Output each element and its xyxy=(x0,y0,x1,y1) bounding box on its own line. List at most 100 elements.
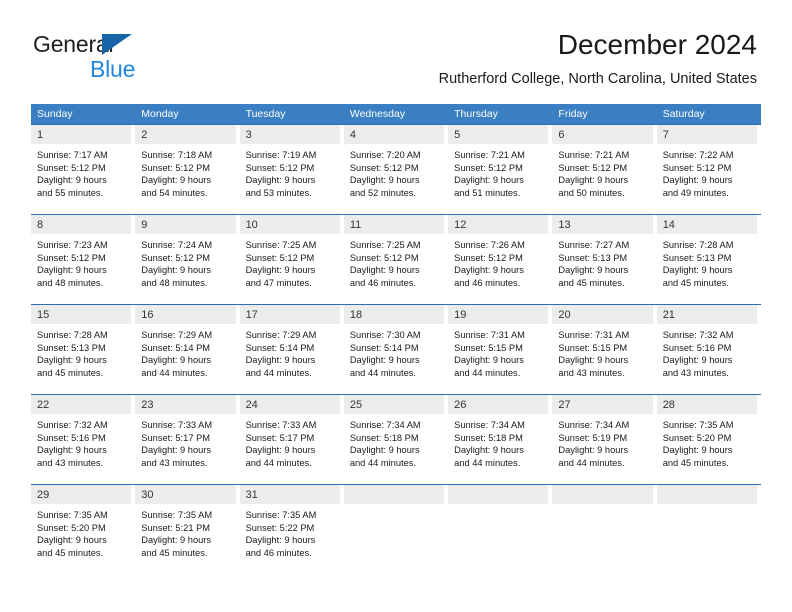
day-number: 28 xyxy=(662,399,675,411)
day-cell[interactable]: 2 Sunrise: 7:18 AM Sunset: 5:12 PM Dayli… xyxy=(135,124,240,214)
daylight-text-line1: Daylight: 9 hours xyxy=(141,535,212,546)
daylight-text-line1: Daylight: 9 hours xyxy=(454,265,524,276)
day-number-band: 19 xyxy=(448,305,549,324)
daylight-text-line2: and 44 minutes. xyxy=(141,367,208,378)
day-cell[interactable]: 13 Sunrise: 7:27 AM Sunset: 5:13 PM Dayl… xyxy=(552,214,657,304)
day-cell[interactable]: 6 Sunrise: 7:21 AM Sunset: 5:12 PM Dayli… xyxy=(552,124,657,214)
sunset-text: Sunset: 5:16 PM xyxy=(662,342,732,353)
daylight-text-line1: Daylight: 9 hours xyxy=(349,355,420,366)
day-number: 17 xyxy=(245,309,258,321)
daylight-text-line2: and 43 minutes. xyxy=(141,457,208,468)
daylight-text-line1: Daylight: 9 hours xyxy=(662,175,733,186)
page-title: December 2024 xyxy=(557,29,757,60)
day-cell[interactable]: 12 Sunrise: 7:26 AM Sunset: 5:12 PM Dayl… xyxy=(448,214,553,304)
calendar-page: General Blue December 2024 Rutherford Co… xyxy=(0,0,792,612)
day-cell[interactable]: 7 Sunrise: 7:22 AM Sunset: 5:12 PM Dayli… xyxy=(656,124,761,214)
day-details: Sunrise: 7:18 AM Sunset: 5:12 PM Dayligh… xyxy=(135,144,235,199)
day-number: 1 xyxy=(37,129,44,141)
day-cell[interactable]: 16 Sunrise: 7:29 AM Sunset: 5:14 PM Dayl… xyxy=(135,304,240,394)
day-details: Sunrise: 7:35 AM Sunset: 5:22 PM Dayligh… xyxy=(240,504,340,559)
day-cell[interactable]: 8 Sunrise: 7:23 AM Sunset: 5:12 PM Dayli… xyxy=(31,214,136,304)
day-number: 26 xyxy=(454,399,467,411)
day-number: 10 xyxy=(245,219,258,231)
day-number-band xyxy=(552,485,653,504)
day-number: 8 xyxy=(37,219,44,231)
day-cell[interactable]: 11 Sunrise: 7:25 AM Sunset: 5:12 PM Dayl… xyxy=(343,214,449,304)
daylight-text-line2: and 45 minutes. xyxy=(37,367,104,378)
calendar-week-row: 15 Sunrise: 7:28 AM Sunset: 5:13 PM Dayl… xyxy=(31,304,761,394)
day-cell[interactable]: 1 Sunrise: 7:17 AM Sunset: 5:12 PM Dayli… xyxy=(31,124,136,214)
day-details: Sunrise: 7:21 AM Sunset: 5:12 PM Dayligh… xyxy=(448,144,548,199)
weekday-header-saturday: Saturday xyxy=(662,108,705,120)
day-cell[interactable]: 24 Sunrise: 7:33 AM Sunset: 5:17 PM Dayl… xyxy=(239,394,344,484)
day-cell-empty xyxy=(448,484,553,574)
day-cell[interactable]: 29 Sunrise: 7:35 AM Sunset: 5:20 PM Dayl… xyxy=(31,484,136,574)
day-cell[interactable]: 20 Sunrise: 7:31 AM Sunset: 5:15 PM Dayl… xyxy=(552,304,657,394)
calendar-grid: Sunday Monday Tuesday Wednesday Thursday… xyxy=(31,104,761,574)
day-cell[interactable]: 9 Sunrise: 7:24 AM Sunset: 5:12 PM Dayli… xyxy=(135,214,240,304)
sunset-text: Sunset: 5:15 PM xyxy=(454,342,523,353)
day-number: 29 xyxy=(37,489,50,501)
daylight-text-line1: Daylight: 9 hours xyxy=(37,175,107,186)
daylight-text-line1: Daylight: 9 hours xyxy=(245,535,316,546)
sunrise-text: Sunrise: 7:20 AM xyxy=(349,150,421,160)
day-details: Sunrise: 7:32 AM Sunset: 5:16 PM Dayligh… xyxy=(657,324,757,379)
day-details: Sunrise: 7:31 AM Sunset: 5:15 PM Dayligh… xyxy=(552,324,652,379)
daylight-text-line1: Daylight: 9 hours xyxy=(558,445,629,456)
daylight-text-line1: Daylight: 9 hours xyxy=(662,355,733,366)
day-details: Sunrise: 7:31 AM Sunset: 5:15 PM Dayligh… xyxy=(448,324,548,379)
day-cell[interactable]: 10 Sunrise: 7:25 AM Sunset: 5:12 PM Dayl… xyxy=(239,214,344,304)
day-cell[interactable]: 31 Sunrise: 7:35 AM Sunset: 5:22 PM Dayl… xyxy=(239,484,344,574)
day-cell[interactable]: 15 Sunrise: 7:28 AM Sunset: 5:13 PM Dayl… xyxy=(31,304,136,394)
day-cell[interactable]: 22 Sunrise: 7:32 AM Sunset: 5:16 PM Dayl… xyxy=(31,394,136,484)
day-number-band: 26 xyxy=(448,395,549,414)
day-cell[interactable]: 27 Sunrise: 7:34 AM Sunset: 5:19 PM Dayl… xyxy=(552,394,657,484)
day-cell[interactable]: 19 Sunrise: 7:31 AM Sunset: 5:15 PM Dayl… xyxy=(448,304,553,394)
sunrise-text: Sunrise: 7:25 AM xyxy=(245,240,317,250)
daylight-text-line2: and 45 minutes. xyxy=(558,277,625,288)
daylight-text-line1: Daylight: 9 hours xyxy=(37,265,107,276)
day-number-band: 27 xyxy=(552,395,653,414)
general-blue-logo[interactable]: General Blue xyxy=(33,31,193,83)
day-number: 6 xyxy=(558,129,565,141)
day-cell[interactable]: 30 Sunrise: 7:35 AM Sunset: 5:21 PM Dayl… xyxy=(135,484,240,574)
day-number-band: 15 xyxy=(31,305,132,324)
day-details: Sunrise: 7:25 AM Sunset: 5:12 PM Dayligh… xyxy=(344,234,444,289)
day-number-band: 30 xyxy=(135,485,236,504)
day-cell[interactable]: 4 Sunrise: 7:20 AM Sunset: 5:12 PM Dayli… xyxy=(343,124,449,214)
calendar-week-row: 1 Sunrise: 7:17 AM Sunset: 5:12 PM Dayli… xyxy=(31,124,761,214)
sunrise-text: Sunrise: 7:28 AM xyxy=(662,240,734,250)
day-details: Sunrise: 7:29 AM Sunset: 5:14 PM Dayligh… xyxy=(135,324,235,379)
day-details: Sunrise: 7:30 AM Sunset: 5:14 PM Dayligh… xyxy=(344,324,444,379)
day-number-band: 6 xyxy=(552,125,653,144)
page-header: General Blue December 2024 Rutherford Co… xyxy=(0,0,792,98)
day-cell[interactable]: 18 Sunrise: 7:30 AM Sunset: 5:14 PM Dayl… xyxy=(343,304,449,394)
day-details: Sunrise: 7:32 AM Sunset: 5:16 PM Dayligh… xyxy=(31,414,131,469)
day-number-band: 18 xyxy=(343,305,445,324)
daylight-text-line2: and 45 minutes. xyxy=(662,277,729,288)
day-cell[interactable]: 14 Sunrise: 7:28 AM Sunset: 5:13 PM Dayl… xyxy=(656,214,761,304)
weekday-header-monday: Monday xyxy=(141,108,179,120)
day-number-band: 29 xyxy=(31,485,132,504)
day-cell[interactable]: 25 Sunrise: 7:34 AM Sunset: 5:18 PM Dayl… xyxy=(343,394,449,484)
daylight-text-line1: Daylight: 9 hours xyxy=(141,445,212,456)
sunrise-text: Sunrise: 7:19 AM xyxy=(245,150,317,160)
day-details: Sunrise: 7:35 AM Sunset: 5:20 PM Dayligh… xyxy=(657,414,757,469)
day-cell[interactable]: 28 Sunrise: 7:35 AM Sunset: 5:20 PM Dayl… xyxy=(656,394,761,484)
day-number-band: 24 xyxy=(239,395,340,414)
day-cell[interactable]: 3 Sunrise: 7:19 AM Sunset: 5:12 PM Dayli… xyxy=(239,124,344,214)
daylight-text-line1: Daylight: 9 hours xyxy=(37,445,107,456)
weekday-header-row: Sunday Monday Tuesday Wednesday Thursday… xyxy=(31,104,761,124)
day-cell[interactable]: 5 Sunrise: 7:21 AM Sunset: 5:12 PM Dayli… xyxy=(448,124,553,214)
daylight-text-line2: and 49 minutes. xyxy=(662,187,729,198)
day-number-band: 10 xyxy=(239,215,340,234)
sunrise-text: Sunrise: 7:35 AM xyxy=(37,510,108,520)
day-cell[interactable]: 26 Sunrise: 7:34 AM Sunset: 5:18 PM Dayl… xyxy=(448,394,553,484)
day-number: 15 xyxy=(37,309,50,321)
day-cell[interactable]: 23 Sunrise: 7:33 AM Sunset: 5:17 PM Dayl… xyxy=(135,394,240,484)
day-cell[interactable]: 21 Sunrise: 7:32 AM Sunset: 5:16 PM Dayl… xyxy=(656,304,761,394)
sunset-text: Sunset: 5:12 PM xyxy=(349,252,419,263)
day-cell[interactable]: 17 Sunrise: 7:29 AM Sunset: 5:14 PM Dayl… xyxy=(239,304,344,394)
sunrise-text: Sunrise: 7:34 AM xyxy=(349,420,421,430)
sunrise-text: Sunrise: 7:35 AM xyxy=(141,510,213,520)
